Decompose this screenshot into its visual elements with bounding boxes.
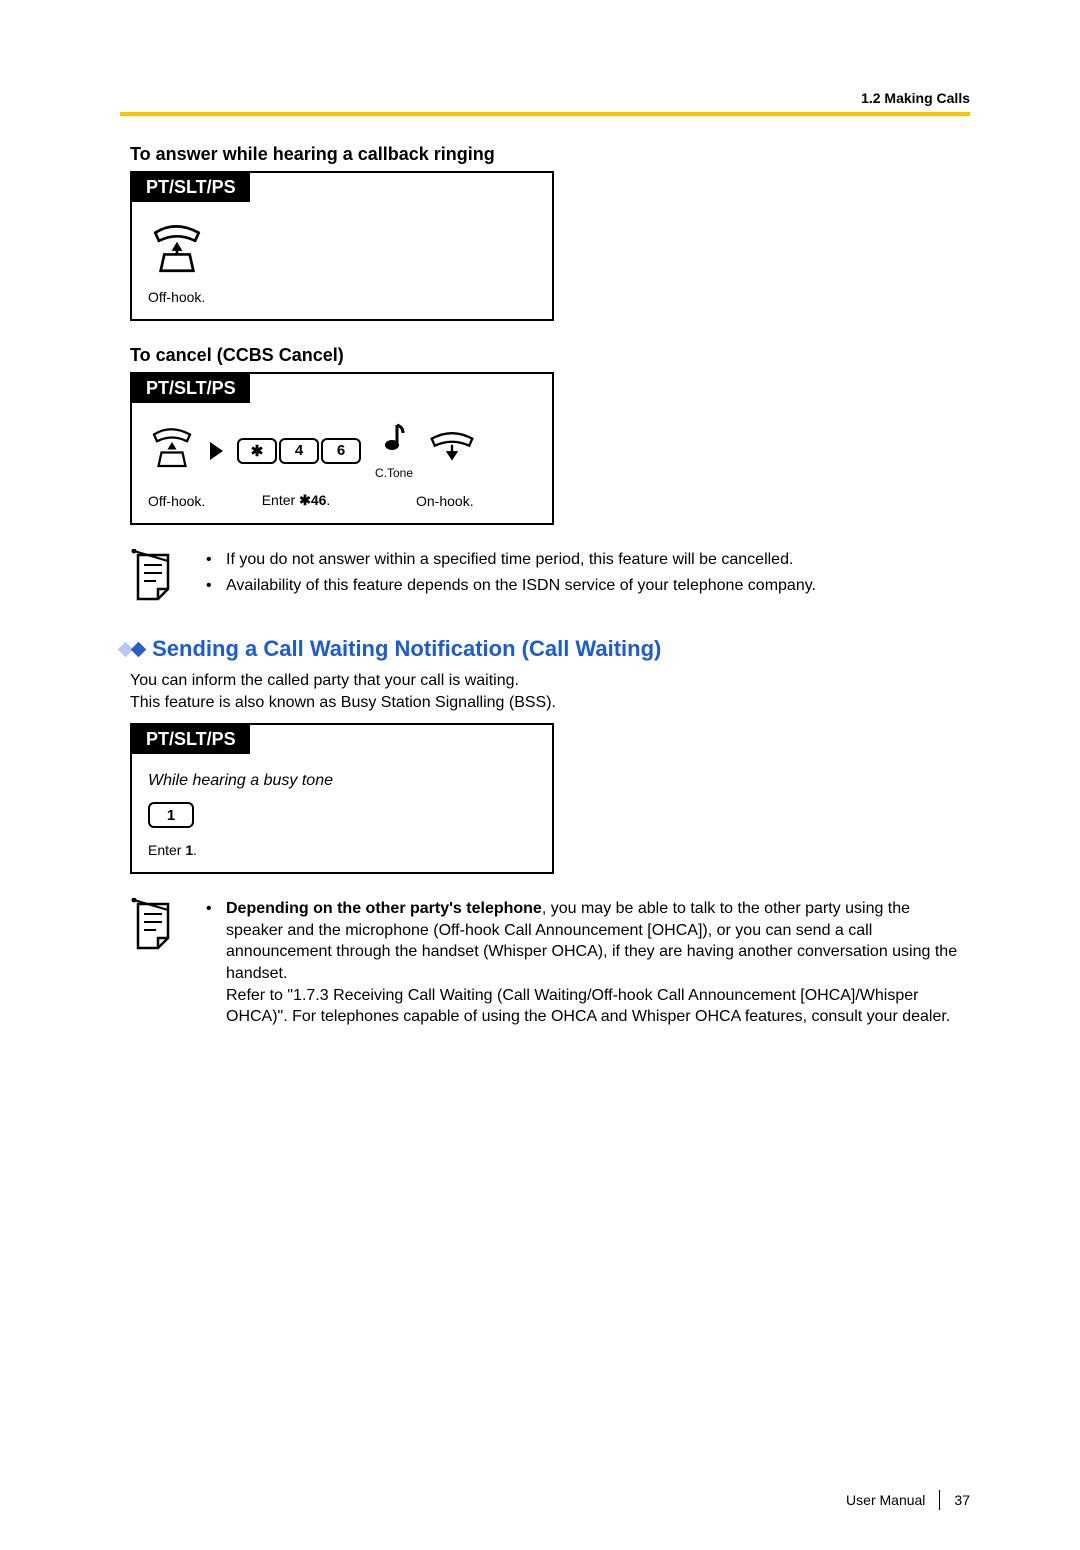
step-label-enter1: Enter 1. xyxy=(148,842,536,858)
key-sequence: ✱ 4 6 xyxy=(237,438,361,464)
body-paragraph: You can inform the called party that you… xyxy=(130,670,970,713)
section-heading-call-waiting: Sending a Call Waiting Notification (Cal… xyxy=(120,636,970,662)
step-label-enter: Enter ✱46. xyxy=(236,492,356,509)
ctone-label: C.Tone xyxy=(375,466,413,480)
note-block-call-waiting: Depending on the other party's telephone… xyxy=(130,898,970,1032)
tone-icon xyxy=(381,421,407,460)
key-star: ✱ xyxy=(237,438,277,464)
footer-separator xyxy=(939,1490,940,1510)
footer-page-number: 37 xyxy=(954,1492,970,1508)
arrow-icon xyxy=(210,442,223,460)
procedure-box-answer: PT/SLT/PS Off-hook. xyxy=(130,171,554,321)
diamond-icon xyxy=(131,642,147,658)
note-bullet: Availability of this feature depends on … xyxy=(202,575,816,597)
page-footer: User Manual 37 xyxy=(846,1490,970,1510)
procedure-box-label: PT/SLT/PS xyxy=(132,173,250,202)
offhook-icon xyxy=(148,220,206,283)
key-1: 1 xyxy=(148,802,194,828)
note-icon xyxy=(130,588,176,605)
step-label-offhook: Off-hook. xyxy=(148,493,208,509)
subsection-title-answer-ccbs: To answer while hearing a callback ringi… xyxy=(120,144,970,165)
note-bullet: Depending on the other party's telephone… xyxy=(202,898,970,1028)
procedure-box-label: PT/SLT/PS xyxy=(132,374,250,403)
note-bullet: If you do not answer within a specified … xyxy=(202,549,816,571)
note-block-ccbs: If you do not answer within a specified … xyxy=(130,549,970,606)
subsection-title-cancel-ccbs: To cancel (CCBS Cancel) xyxy=(120,345,970,366)
footer-doc-title: User Manual xyxy=(846,1492,925,1508)
step-label-onhook: On-hook. xyxy=(416,493,496,509)
procedure-box-cancel: PT/SLT/PS ✱ 4 xyxy=(130,372,554,525)
procedure-box-label: PT/SLT/PS xyxy=(132,725,250,754)
note-icon xyxy=(130,937,176,954)
step-label-offhook: Off-hook. xyxy=(148,289,205,305)
procedure-box-call-waiting: PT/SLT/PS While hearing a busy tone 1 En… xyxy=(130,723,554,874)
onhook-icon xyxy=(427,428,477,473)
key-4: 4 xyxy=(279,438,319,464)
header-rule xyxy=(120,112,970,116)
offhook-icon xyxy=(148,424,196,477)
header-section-label: 1.2 Making Calls xyxy=(120,90,970,106)
context-label: While hearing a busy tone xyxy=(148,772,536,790)
key-6: 6 xyxy=(321,438,361,464)
